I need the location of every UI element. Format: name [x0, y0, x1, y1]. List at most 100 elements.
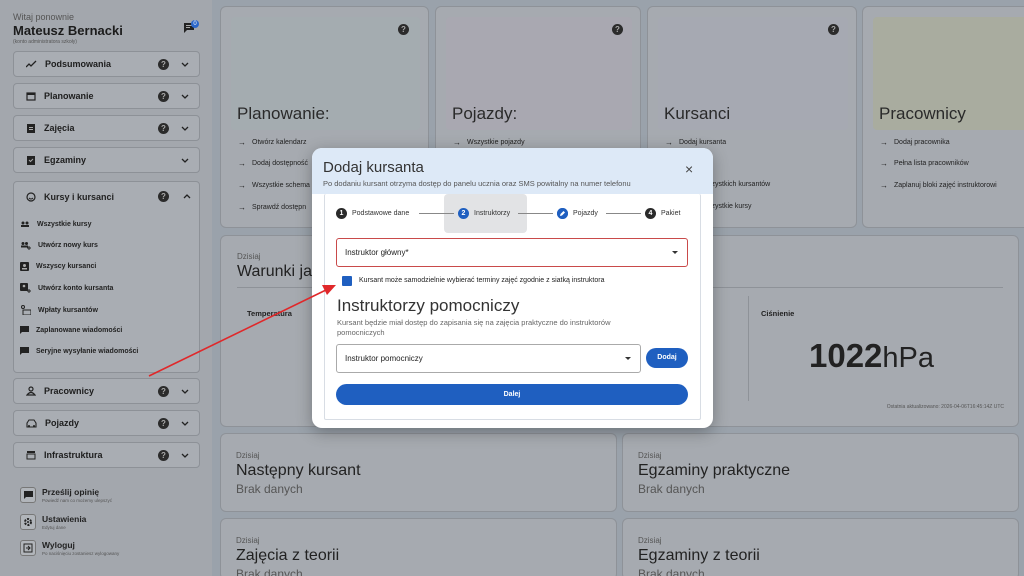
- link-label: Dodaj pracownika: [894, 139, 950, 146]
- tile-egzaminy-praktyczne: Dzisiaj Egzaminy praktyczne Brak danych: [622, 433, 1019, 512]
- nav-item-label: Infrastruktura: [44, 450, 103, 460]
- self-schedule-checkbox[interactable]: [342, 276, 352, 286]
- step-1[interactable]: 1 Podstawowe dane: [336, 198, 409, 228]
- link-wszyscy-kursanci[interactable]: szystkich kursantów: [708, 181, 770, 188]
- nav-item-egzaminy[interactable]: Egzaminy ?: [13, 147, 200, 173]
- help-icon[interactable]: ?: [158, 122, 169, 134]
- message-icon: [20, 326, 29, 335]
- sidebar-item-zaplanowane[interactable]: Zaplanowane wiadomości: [20, 326, 122, 335]
- modal-title: Dodaj kursanta: [323, 159, 424, 176]
- welcome-text: Witaj ponownie: [13, 12, 75, 22]
- next-button[interactable]: Dalej: [336, 384, 688, 405]
- link-label: Otwórz kalendarz: [252, 139, 307, 146]
- nav-item-podsumowania[interactable]: Podsumowania ?: [13, 51, 200, 77]
- sidebar-item-utworz-konto[interactable]: Utwórz konto kursanta: [20, 283, 113, 293]
- modal-header: Dodaj kursanta Po dodaniu kursant otrzym…: [312, 148, 713, 194]
- contact-card-icon: [20, 262, 29, 271]
- nav-item-zajecia[interactable]: Zajęcia ?: [13, 115, 200, 141]
- arrow-right-icon: →: [880, 138, 888, 147]
- nav-group-header[interactable]: Kursy i kursanci ?: [26, 191, 191, 202]
- link-dodaj-pracownika[interactable]: → Dodaj pracownika: [880, 138, 950, 147]
- step-label: Pojazdy: [573, 209, 598, 217]
- sidebar-item-utworz-kurs[interactable]: Utwórz nowy kurs: [20, 241, 98, 250]
- help-icon[interactable]: ?: [158, 417, 169, 429]
- help-icon[interactable]: ?: [828, 24, 839, 35]
- nav-item-infrastruktura[interactable]: Infrastruktura ?: [13, 442, 200, 468]
- step-2[interactable]: 2 Instruktorzy: [458, 198, 510, 228]
- step-3[interactable]: Pojazdy: [557, 198, 598, 228]
- settings-button[interactable]: Ustawienia Edytuj dane: [20, 514, 86, 530]
- step-4[interactable]: 4 Pakiet: [645, 198, 680, 228]
- link-label: Wszystkie schema: [252, 182, 310, 189]
- link-dodaj-kursanta[interactable]: → Dodaj kursanta: [665, 138, 726, 147]
- arrow-right-icon: →: [665, 138, 673, 147]
- arrow-right-icon: →: [238, 159, 246, 168]
- sidebar-item-wszyscy-kursanci[interactable]: Wszyscy kursanci: [20, 262, 96, 271]
- feedback-icon: [20, 487, 36, 503]
- step-connector: [419, 213, 454, 214]
- help-icon[interactable]: ?: [158, 90, 169, 102]
- nav-item-label: Kursy i kursanci: [44, 191, 115, 202]
- help-icon[interactable]: ?: [398, 24, 409, 35]
- weather-title: Warunki ja: [237, 263, 312, 280]
- nav-item-pracownicy[interactable]: Pracownicy ?: [13, 378, 200, 404]
- link-label: szystkie kursy: [708, 203, 752, 210]
- add-assistant-button[interactable]: Dodaj: [646, 348, 688, 368]
- help-icon[interactable]: ?: [158, 58, 169, 70]
- chevron-down-icon[interactable]: [181, 126, 189, 131]
- close-icon[interactable]: ×: [685, 161, 693, 177]
- sidebar-item-label: Zaplanowane wiadomości: [36, 327, 123, 334]
- chevron-down-icon[interactable]: [181, 421, 189, 426]
- chevron-down-icon[interactable]: [181, 158, 189, 163]
- assistant-instructor-select[interactable]: Instruktor pomocniczy: [336, 344, 641, 373]
- building-icon: [26, 450, 36, 460]
- self-schedule-label: Kursant może samodzielnie wybierać termi…: [359, 277, 605, 284]
- help-icon[interactable]: ?: [158, 191, 169, 202]
- chevron-down-icon[interactable]: [181, 389, 189, 394]
- dropdown-arrow-icon: [625, 356, 631, 360]
- step-connector: [606, 213, 641, 214]
- checklist-icon: [26, 155, 36, 165]
- link-wszystkie-pojazdy[interactable]: → Wszystkie pojazdy: [453, 138, 525, 147]
- nav-item-planowanie[interactable]: Planowanie ?: [13, 83, 200, 109]
- logout-button[interactable]: Wyloguj Po naciśnięciu zostaniesz wylogow…: [20, 540, 119, 556]
- link-lista-pracownikow[interactable]: → Pełna lista pracowników: [880, 159, 969, 168]
- sidebar-item-seryjne[interactable]: Seryjne wysyłanie wiadomości: [20, 347, 138, 356]
- payment-icon: [20, 305, 31, 315]
- main-instructor-select[interactable]: Instruktor główny*: [336, 238, 688, 267]
- chevron-down-icon[interactable]: [181, 62, 189, 67]
- link-zaplanuj-bloki[interactable]: → Zaplanuj bloki zajęć instruktorowi: [880, 181, 997, 190]
- weather-updated: Ostatnia aktualizowano: 2026-04-06T16:45…: [886, 404, 1004, 410]
- link-dodaj-dostepnosc[interactable]: → Dodaj dostępność: [238, 159, 308, 168]
- sidebar: Witaj ponownie Mateusz Bernacki (konto a…: [0, 0, 212, 576]
- sidebar-item-wszystkie-kursy[interactable]: Wszystkie kursy: [20, 220, 91, 228]
- sidebar-item-wplaty[interactable]: Wpłaty kursantów: [20, 305, 98, 315]
- person-icon: [26, 386, 36, 396]
- chevron-up-icon[interactable]: [183, 194, 191, 199]
- feedback-title: Prześlij opinię: [42, 487, 100, 497]
- tile-value: Brak danych: [638, 482, 705, 496]
- link-wszystkie-kursy[interactable]: szystkie kursy: [708, 203, 752, 210]
- pressure-number: 1022: [809, 337, 883, 374]
- help-icon[interactable]: ?: [158, 385, 169, 397]
- link-otworz-kalendarz[interactable]: → Otwórz kalendarz: [238, 138, 306, 147]
- sidebar-item-label: Wszystkie kursy: [37, 220, 92, 228]
- nav-item-label: Podsumowania: [45, 59, 112, 69]
- chevron-down-icon[interactable]: [181, 453, 189, 458]
- nav-item-pojazdy[interactable]: Pojazdy ?: [13, 410, 200, 436]
- modal-subtitle: Po dodaniu kursant otrzyma dostęp do pan…: [323, 179, 631, 188]
- help-icon[interactable]: ?: [158, 449, 169, 461]
- link-label: Dodaj kursanta: [679, 139, 727, 146]
- feedback-button[interactable]: Prześlij opinię Powiedź nam co możemy ule…: [20, 487, 112, 503]
- temperature-label: Temperatura: [247, 309, 292, 318]
- link-sprawdz[interactable]: → Sprawdź dostępn: [238, 203, 306, 212]
- tile-value: Brak danych: [236, 482, 303, 496]
- tile-nastepny-kursant: Dzisiaj Następny kursant Brak danych: [220, 433, 617, 512]
- sidebar-item-label: Utwórz konto kursanta: [38, 284, 114, 292]
- link-label: Wszystkie pojazdy: [467, 139, 525, 146]
- chevron-down-icon[interactable]: [181, 94, 189, 99]
- nav-item-label: Zajęcia: [44, 123, 75, 133]
- link-schematy[interactable]: → Wszystkie schema: [238, 181, 310, 190]
- settings-title: Ustawienia: [42, 514, 87, 524]
- help-icon[interactable]: ?: [612, 24, 623, 35]
